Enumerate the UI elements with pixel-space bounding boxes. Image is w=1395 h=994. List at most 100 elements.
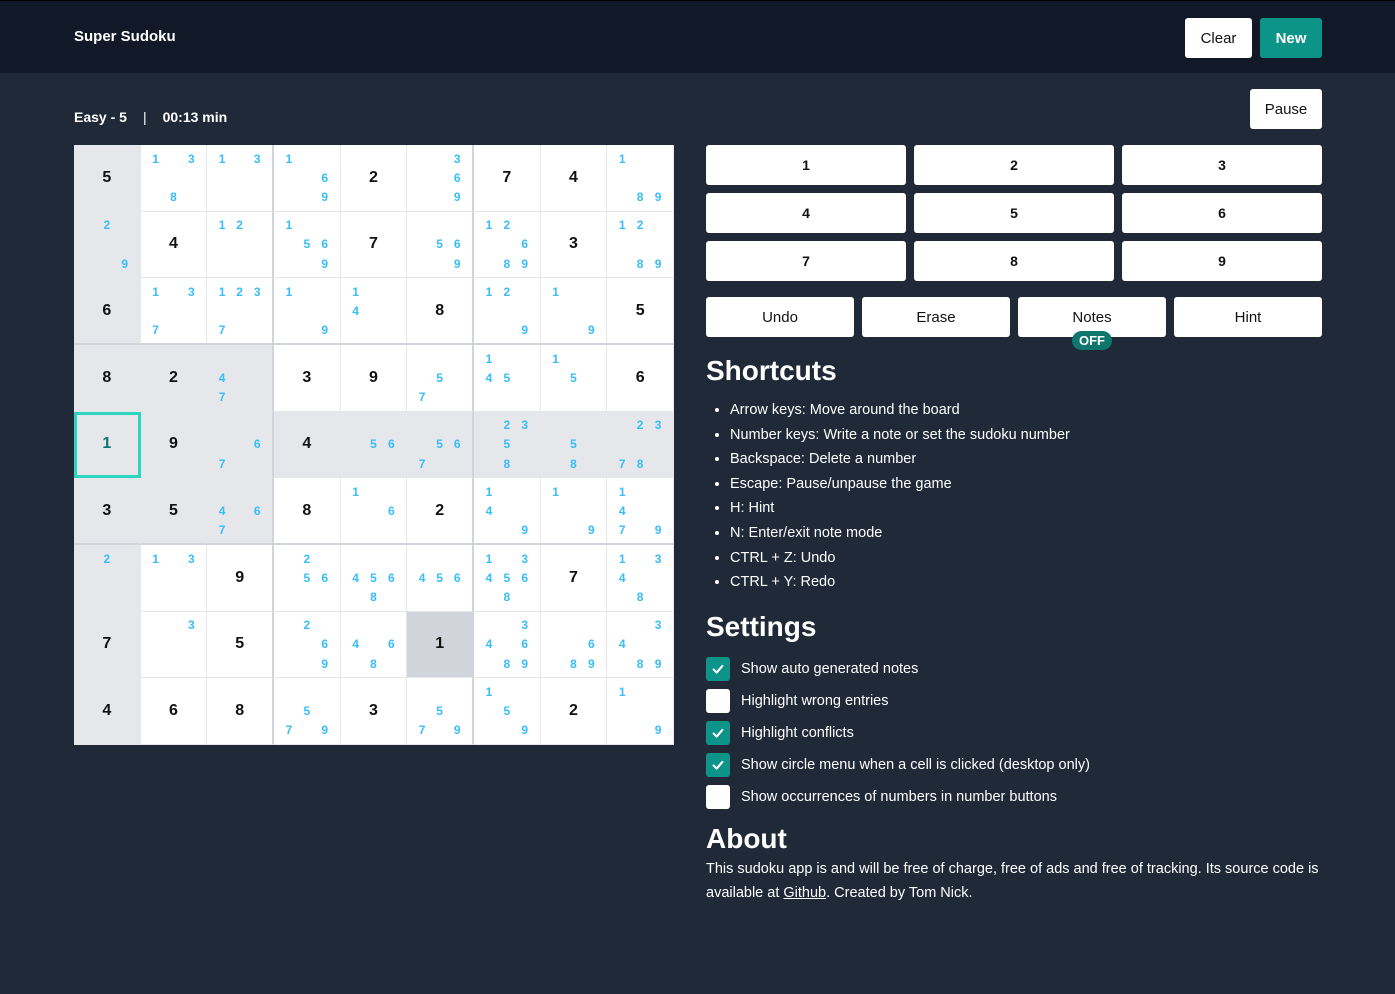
setting-checkbox[interactable] bbox=[706, 721, 730, 745]
selected-cell[interactable]: 1 bbox=[74, 411, 141, 479]
board-cell[interactable]: 123 7 bbox=[207, 278, 274, 345]
setting-checkbox[interactable] bbox=[706, 689, 730, 713]
hint-button[interactable]: Hint bbox=[1174, 297, 1322, 337]
board-cell[interactable]: 7 bbox=[473, 145, 541, 212]
setting-checkbox[interactable] bbox=[706, 785, 730, 809]
board-cell[interactable]: 1569 bbox=[273, 211, 341, 279]
board-cell[interactable]: 1 3 7 bbox=[140, 278, 208, 345]
number-button-5[interactable]: 5 bbox=[914, 193, 1114, 233]
board-cell[interactable]: 4 bbox=[74, 678, 141, 745]
number-button-4[interactable]: 4 bbox=[706, 193, 906, 233]
board-cell[interactable]: 23 78 bbox=[607, 411, 674, 479]
github-link[interactable]: Github bbox=[783, 885, 826, 901]
board-cell[interactable]: 6 bbox=[607, 344, 674, 412]
board-cell[interactable]: 9 bbox=[207, 544, 274, 612]
board-cell[interactable]: 1 bbox=[407, 611, 474, 679]
setting-item[interactable]: Highlight conflicts bbox=[706, 717, 1090, 749]
undo-button[interactable]: Undo bbox=[706, 297, 854, 337]
notes-button[interactable]: Notes OFF bbox=[1018, 297, 1166, 350]
board-cell[interactable]: 5 bbox=[607, 278, 674, 345]
board-cell[interactable]: 5 bbox=[140, 478, 208, 545]
board-cell[interactable]: 4 bbox=[540, 145, 608, 212]
setting-checkbox[interactable] bbox=[706, 753, 730, 777]
board-cell[interactable]: 9 bbox=[140, 411, 208, 479]
board-cell[interactable]: 4 6 7 bbox=[207, 478, 274, 545]
new-game-button[interactable]: New bbox=[1260, 18, 1322, 58]
board-cell[interactable]: 8 bbox=[207, 678, 274, 745]
board-cell[interactable]: 159 bbox=[473, 678, 541, 745]
board-cell[interactable]: 29 bbox=[74, 211, 141, 279]
board-cell[interactable]: 4 68 bbox=[340, 611, 408, 679]
board-cell[interactable]: 12 89 bbox=[607, 211, 674, 279]
board-cell[interactable]: 19 bbox=[540, 478, 608, 545]
board-cell[interactable]: 8 bbox=[273, 478, 341, 545]
board-cell[interactable]: 47 bbox=[207, 344, 274, 412]
board-cell[interactable]: 4 bbox=[140, 211, 208, 279]
board-cell[interactable]: 4 bbox=[273, 411, 341, 479]
board-cell[interactable]: 7 bbox=[74, 611, 141, 679]
setting-item[interactable]: Show circle menu when a cell is clicked … bbox=[706, 749, 1090, 781]
board-cell[interactable]: 3 bbox=[74, 478, 141, 545]
board-cell[interactable]: 12 bbox=[207, 211, 274, 279]
board-cell[interactable]: 4568 bbox=[340, 544, 408, 612]
setting-item[interactable]: Highlight wrong entries bbox=[706, 685, 1090, 717]
board-cell[interactable]: 2 bbox=[74, 544, 141, 612]
board-cell[interactable]: 14 bbox=[340, 278, 408, 345]
board-cell[interactable]: 3 bbox=[340, 678, 408, 745]
clear-button[interactable]: Clear bbox=[1185, 18, 1252, 58]
board-cell[interactable]: 12 9 bbox=[473, 278, 541, 345]
board-cell[interactable]: 12689 bbox=[473, 211, 541, 279]
board-cell[interactable]: 5 bbox=[74, 145, 141, 212]
board-cell[interactable]: 19 bbox=[273, 278, 341, 345]
number-button-6[interactable]: 6 bbox=[1122, 193, 1322, 233]
board-cell[interactable]: 57 9 bbox=[273, 678, 341, 745]
board-cell[interactable]: 7 bbox=[340, 211, 408, 279]
erase-button[interactable]: Erase bbox=[862, 297, 1010, 337]
board-cell[interactable]: 3 4 689 bbox=[473, 611, 541, 679]
board-cell[interactable]: 1 89 bbox=[607, 145, 674, 212]
number-button-1[interactable]: 1 bbox=[706, 145, 906, 185]
board-cell[interactable]: 13 bbox=[207, 145, 274, 212]
board-cell[interactable]: 456 bbox=[407, 544, 474, 612]
board-cell[interactable]: 3 bbox=[540, 211, 608, 279]
board-cell[interactable]: 5 bbox=[207, 611, 274, 679]
pause-button[interactable]: Pause bbox=[1250, 89, 1322, 129]
board-cell[interactable]: 1 3 8 bbox=[140, 145, 208, 212]
board-cell[interactable]: 15 bbox=[540, 344, 608, 412]
board-cell[interactable]: 7 bbox=[540, 544, 608, 612]
board-cell[interactable]: 2 bbox=[540, 678, 608, 745]
setting-checkbox[interactable] bbox=[706, 657, 730, 681]
board-cell[interactable]: 3 bbox=[140, 611, 208, 679]
board-cell[interactable]: 9 bbox=[340, 344, 408, 412]
board-cell[interactable]: 16 bbox=[340, 478, 408, 545]
board-cell[interactable]: 56 9 bbox=[407, 211, 474, 279]
board-cell[interactable]: 58 bbox=[540, 411, 608, 479]
number-button-2[interactable]: 2 bbox=[914, 145, 1114, 185]
board-cell[interactable]: 3 6 9 bbox=[407, 145, 474, 212]
board-cell[interactable]: 1 3 4568 bbox=[473, 544, 541, 612]
board-cell[interactable]: 2 56 bbox=[273, 544, 341, 612]
board-cell[interactable]: 8 bbox=[407, 278, 474, 345]
board-cell[interactable]: 8 bbox=[74, 344, 141, 412]
number-button-8[interactable]: 8 bbox=[914, 241, 1114, 281]
board-cell[interactable]: 2 bbox=[407, 478, 474, 545]
board-cell[interactable]: 19 bbox=[607, 678, 674, 745]
number-button-9[interactable]: 9 bbox=[1122, 241, 1322, 281]
board-cell[interactable]: 19 bbox=[540, 278, 608, 345]
board-cell[interactable]: 1 3 48 bbox=[607, 544, 674, 612]
number-button-3[interactable]: 3 bbox=[1122, 145, 1322, 185]
board-cell[interactable]: 56 bbox=[340, 411, 408, 479]
board-cell[interactable]: 3 bbox=[273, 344, 341, 412]
board-cell[interactable]: 13 bbox=[140, 544, 208, 612]
board-cell[interactable]: 1 4 9 bbox=[473, 478, 541, 545]
board-cell[interactable]: 26 9 bbox=[273, 611, 341, 679]
setting-item[interactable]: Show auto generated notes bbox=[706, 653, 1090, 685]
board-cell[interactable]: 67 bbox=[207, 411, 274, 479]
board-cell[interactable]: 2 bbox=[140, 344, 208, 412]
board-cell[interactable]: 235 8 bbox=[473, 411, 541, 479]
board-cell[interactable]: 1 4 7 9 bbox=[607, 478, 674, 545]
board-cell[interactable]: 6 bbox=[140, 678, 208, 745]
board-cell[interactable]: 2 bbox=[340, 145, 408, 212]
board-cell[interactable]: 57 9 bbox=[407, 678, 474, 745]
setting-item[interactable]: Show occurrences of numbers in number bu… bbox=[706, 781, 1090, 813]
